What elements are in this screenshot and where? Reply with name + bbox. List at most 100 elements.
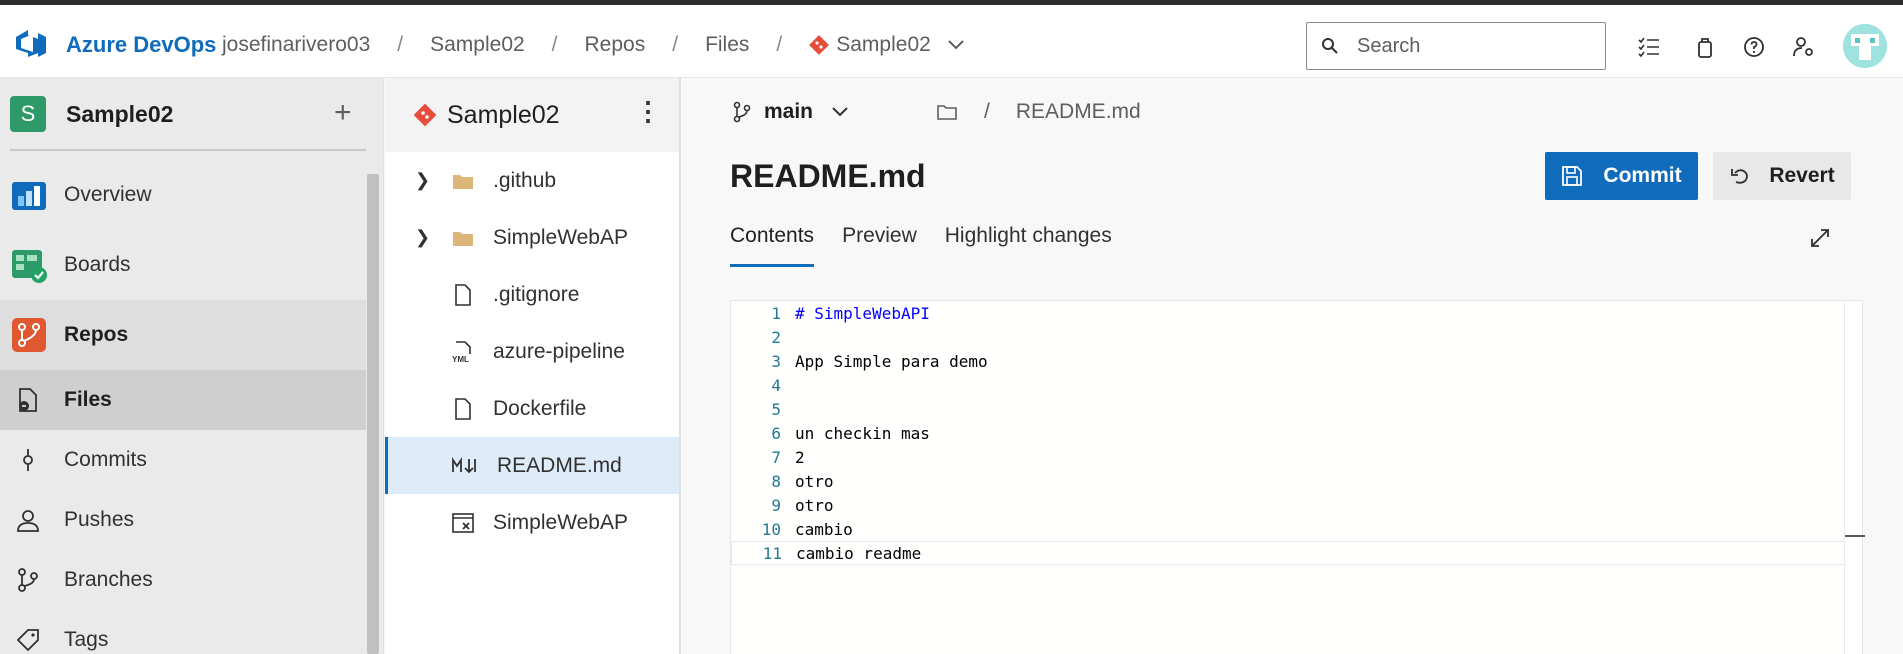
line-number: 1 xyxy=(771,303,781,323)
line-text[interactable]: cambio xyxy=(795,520,853,539)
task-list-icon[interactable] xyxy=(1637,35,1661,59)
sidebar-item-boards[interactable]: Boards xyxy=(0,230,366,300)
editor-line: 10 cambio xyxy=(731,517,1844,541)
tree-item-file-selected[interactable]: README.md xyxy=(385,437,679,494)
sidebar-scrollbar[interactable] xyxy=(367,174,379,654)
tab-preview[interactable]: Preview xyxy=(842,224,917,267)
overview-icon xyxy=(12,182,46,210)
folder-icon xyxy=(453,231,473,246)
sidebar-item-branches[interactable]: Branches xyxy=(0,550,366,610)
git-repo-icon xyxy=(809,35,830,55)
line-text[interactable]: # SimpleWebAPI xyxy=(795,304,930,323)
sidebar-item-pushes[interactable]: Pushes xyxy=(0,490,366,550)
sidebar-item-commits[interactable]: Commits xyxy=(0,430,366,490)
breadcrumb: josefinarivero03 / Sample02 / Repos / Fi… xyxy=(222,33,965,57)
project-badge: S xyxy=(10,96,46,132)
project-header[interactable]: S Sample02 xyxy=(10,96,173,132)
content-tabs: Contents Preview Highlight changes xyxy=(730,224,1140,267)
avatar-image-icon xyxy=(1843,24,1887,68)
breadcrumb-separator: / xyxy=(397,33,404,56)
line-number: 7 xyxy=(771,447,781,467)
search-box[interactable] xyxy=(1306,22,1606,70)
tags-icon xyxy=(16,629,39,652)
chevron-right-icon[interactable]: ❯ xyxy=(415,170,437,191)
tree-item-file[interactable]: .gitignore xyxy=(385,266,679,323)
breadcrumb-project[interactable]: Sample02 xyxy=(430,33,525,57)
revert-button[interactable]: Revert xyxy=(1713,152,1851,200)
tree-item-folder[interactable]: ❯ .github xyxy=(385,152,679,209)
help-icon[interactable] xyxy=(1742,35,1766,59)
revert-label: Revert xyxy=(1769,164,1835,187)
editor-line: 6 un checkin mas xyxy=(731,421,1844,445)
fullscreen-icon[interactable] xyxy=(1808,226,1832,250)
tree-item-label: SimpleWebAP xyxy=(493,225,629,249)
editor-line-current: 11 cambio readme xyxy=(731,541,1844,565)
line-text[interactable]: cambio readme xyxy=(796,544,921,563)
files-icon xyxy=(19,388,37,412)
commit-label: Commit xyxy=(1603,164,1682,187)
tree-item-folder[interactable]: ❯ SimpleWebAP xyxy=(385,209,679,266)
line-text[interactable]: un checkin mas xyxy=(795,424,930,443)
chevron-down-icon[interactable] xyxy=(947,39,965,51)
line-number: 5 xyxy=(771,399,781,419)
avatar[interactable] xyxy=(1843,24,1887,68)
top-bar: Azure DevOps josefinarivero03 / Sample02… xyxy=(0,5,1903,78)
breadcrumb-repos[interactable]: Repos xyxy=(585,33,646,57)
tree-item-file[interactable]: SimpleWebAP xyxy=(385,494,679,551)
sidebar-item-tags[interactable]: Tags xyxy=(0,610,366,654)
editor-line: 8 otro xyxy=(731,469,1844,493)
editor-line: 3 App Simple para demo xyxy=(731,349,1844,373)
tree-item-file[interactable]: YML azure-pipeline xyxy=(385,323,679,380)
sidebar-item-overview[interactable]: Overview xyxy=(0,160,366,230)
breadcrumb-separator: / xyxy=(672,33,679,56)
undo-icon xyxy=(1731,169,1749,184)
line-number: 3 xyxy=(771,351,781,371)
breadcrumb-separator: / xyxy=(551,33,558,56)
commit-button[interactable]: Commit xyxy=(1545,152,1698,200)
file-tree: Sample02 ⋮ ❯ .github ❯ SimpleWebAP .giti… xyxy=(385,78,681,654)
tree-item-file[interactable]: Dockerfile xyxy=(385,380,679,437)
brand-title[interactable]: Azure DevOps xyxy=(66,32,216,58)
tree-item-label: SimpleWebAP xyxy=(493,510,629,534)
shopping-bag-icon[interactable] xyxy=(1693,35,1717,59)
tab-contents[interactable]: Contents xyxy=(730,224,815,267)
chevron-down-icon xyxy=(832,107,848,117)
file-tree-header: Sample02 ⋮ xyxy=(385,78,679,152)
tab-highlight-changes[interactable]: Highlight changes xyxy=(945,224,1112,267)
azure-devops-logo-icon[interactable] xyxy=(14,27,48,61)
sidebar-item-files[interactable]: Files xyxy=(0,370,366,430)
tree-item-label: README.md xyxy=(497,453,622,477)
add-icon[interactable]: + xyxy=(334,98,352,128)
file-path-breadcrumb: / README.md xyxy=(936,100,1141,124)
line-text[interactable]: otro xyxy=(795,472,834,491)
line-text[interactable]: App Simple para demo xyxy=(795,352,988,371)
sidebar-item-label: Files xyxy=(64,388,112,411)
chevron-right-icon[interactable]: ❯ xyxy=(415,227,437,248)
repos-icon xyxy=(12,318,46,352)
branch-selector[interactable]: main xyxy=(732,100,849,124)
repo-selector[interactable]: Sample02 xyxy=(836,33,931,57)
breadcrumb-files[interactable]: Files xyxy=(705,33,749,57)
editor-line: 2 xyxy=(731,325,1844,349)
tree-item-label: .github xyxy=(493,168,557,192)
line-text[interactable]: otro xyxy=(795,496,834,515)
project-sidebar: S Sample02 + Overview Boards Repos Files… xyxy=(0,78,384,654)
editor-line: 5 xyxy=(731,397,1844,421)
sidebar-item-repos[interactable]: Repos xyxy=(0,300,366,370)
branch-icon xyxy=(733,101,751,123)
user-settings-icon[interactable] xyxy=(1792,35,1816,59)
editor-scrollbar[interactable] xyxy=(1844,301,1865,654)
folder-outline-icon[interactable] xyxy=(936,102,958,122)
breadcrumb-organization[interactable]: josefinarivero03 xyxy=(222,33,370,57)
path-file-name[interactable]: README.md xyxy=(1016,100,1141,124)
line-text[interactable]: 2 xyxy=(795,448,805,467)
scrollbar-cursor-marker xyxy=(1845,535,1865,537)
tree-item-label: Dockerfile xyxy=(493,396,587,420)
more-options-icon[interactable]: ⋮ xyxy=(635,96,661,127)
search-input[interactable] xyxy=(1357,34,1597,58)
line-number: 6 xyxy=(771,423,781,443)
code-editor[interactable]: 1 # SimpleWebAPI 2 3 App Simple para dem… xyxy=(730,300,1865,654)
branches-icon xyxy=(18,568,38,592)
solution-file-icon xyxy=(452,512,474,533)
git-repo-icon xyxy=(413,103,437,127)
